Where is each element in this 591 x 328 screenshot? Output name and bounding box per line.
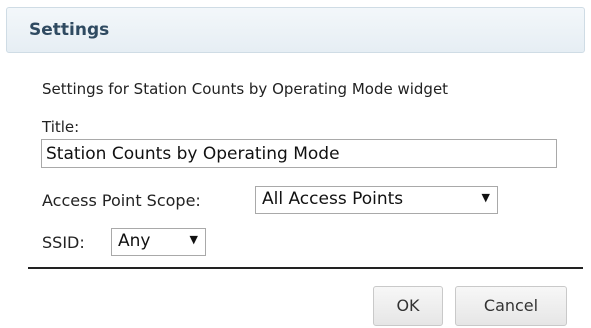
dialog-header: Settings: [6, 7, 585, 53]
access-point-scope-select[interactable]: All Access Points ▼: [255, 186, 498, 214]
dialog-description: Settings for Station Counts by Operating…: [42, 80, 449, 98]
cancel-button[interactable]: Cancel: [455, 286, 567, 326]
title-label: Title:: [42, 118, 80, 136]
access-point-scope-label: Access Point Scope:: [42, 191, 201, 210]
dialog-title: Settings: [29, 20, 110, 40]
ssid-value: Any: [118, 231, 151, 251]
dropdown-arrow-icon: ▼: [481, 191, 490, 204]
dropdown-arrow-icon: ▼: [189, 233, 198, 246]
title-input[interactable]: [41, 139, 557, 168]
ssid-label: SSID:: [42, 233, 85, 252]
settings-dialog: Settings Settings for Station Counts by …: [0, 0, 591, 328]
ok-button[interactable]: OK: [373, 286, 443, 326]
access-point-scope-value: All Access Points: [262, 189, 404, 209]
divider: [28, 267, 583, 269]
ssid-select[interactable]: Any ▼: [111, 228, 206, 256]
